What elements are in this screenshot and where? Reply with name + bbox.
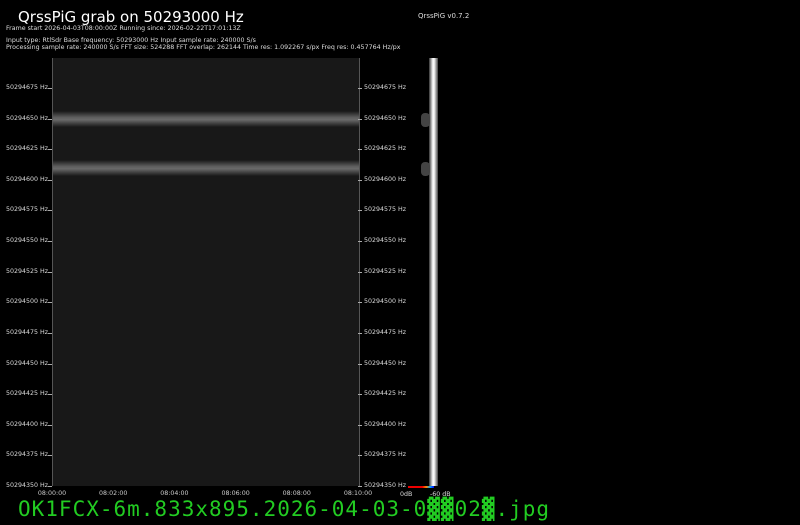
input-info: Input type: RtlSdr Base frequency: 50293… [6, 37, 256, 44]
freq-tick [48, 118, 52, 120]
freq-tick [48, 302, 52, 304]
freq-label-left: 50294575 Hz [6, 206, 49, 214]
waterfall-plot [52, 58, 360, 486]
freq-label-right: 50294625 Hz [364, 145, 407, 153]
freq-label-left: 50294675 Hz [6, 84, 49, 91]
color-scale [408, 486, 434, 488]
version-label: QrssPiG v0.7.2 [418, 12, 470, 20]
freq-label-right: 50294600 Hz [364, 175, 407, 183]
freq-tick [358, 363, 362, 365]
freq-label-right: 50294350 Hz [364, 482, 407, 489]
freq-label-right: 50294675 Hz [364, 84, 407, 91]
freq-tick [358, 149, 362, 151]
time-label: 08:02:00 [99, 490, 128, 497]
freq-label-right: 50294500 Hz [364, 298, 407, 306]
freq-label-right: 50294525 Hz [364, 267, 407, 275]
time-label: 08:04:00 [160, 490, 189, 497]
freq-label-left: 50294375 Hz [6, 451, 49, 459]
freq-label-left: 50294350 Hz [6, 482, 49, 489]
freq-tick [358, 332, 362, 334]
freq-label-right: 50294425 Hz [364, 390, 407, 398]
freq-tick [48, 332, 52, 334]
freq-label-left: 50294500 Hz [6, 298, 49, 306]
freq-tick [48, 363, 52, 365]
freq-label-left: 50294425 Hz [6, 390, 49, 398]
freq-tick [358, 118, 362, 120]
freq-tick [358, 455, 362, 457]
freq-tick [48, 455, 52, 457]
freq-tick [48, 271, 52, 273]
freq-label-left: 50294400 Hz [6, 420, 49, 428]
page-title: QrssPiG grab on 50293000 Hz [18, 8, 244, 26]
time-label: 08:08:00 [282, 490, 311, 497]
freq-label-right: 50294450 Hz [364, 359, 407, 367]
freq-label-right: 50294575 Hz [364, 206, 407, 214]
freq-label-left: 50294475 Hz [6, 328, 49, 336]
freq-label-right: 50294375 Hz [364, 451, 407, 459]
freq-label-left: 50294650 Hz [6, 114, 49, 122]
filename-label: OK1FCX-6m.833x895.2026-04-03-0▓▓02▓.jpg [18, 497, 551, 521]
freq-label-right: 50294550 Hz [364, 237, 407, 245]
freq-tick [358, 394, 362, 396]
freq-tick [48, 394, 52, 396]
freq-tick [48, 179, 52, 181]
freq-tick [358, 271, 362, 273]
freq-tick [358, 210, 362, 212]
freq-label-right: 50294650 Hz [364, 114, 407, 122]
freq-tick [358, 88, 362, 89]
spectrum-peak [421, 113, 430, 127]
time-label: 08:10:00 [343, 490, 373, 497]
time-label: 08:00:00 [37, 490, 67, 497]
freq-tick [48, 424, 52, 426]
freq-tick [48, 149, 52, 151]
freq-label-left: 50294450 Hz [6, 359, 49, 367]
frame-info: Frame start 2026-04-03T08:00:00Z Running… [6, 25, 241, 32]
spectrum-column [421, 58, 438, 486]
signal-trace [53, 111, 359, 127]
signal-trace [53, 160, 359, 176]
freq-label-right: 50294475 Hz [364, 328, 407, 336]
freq-label-left: 50294550 Hz [6, 237, 49, 245]
freq-tick [48, 88, 52, 89]
freq-label-left: 50294525 Hz [6, 267, 49, 275]
freq-tick [358, 302, 362, 304]
freq-tick [358, 241, 362, 243]
freq-label-left: 50294600 Hz [6, 175, 49, 183]
freq-tick [48, 486, 52, 487]
freq-label-right: 50294400 Hz [364, 420, 407, 428]
freq-tick [358, 486, 362, 487]
freq-tick [358, 179, 362, 181]
freq-tick [48, 241, 52, 243]
processing-info: Processing sample rate: 240000 S/s FFT s… [6, 44, 401, 51]
time-label: 08:06:00 [221, 490, 250, 497]
freq-tick [358, 424, 362, 426]
freq-label-left: 50294625 Hz [6, 145, 49, 153]
spectrum-peak [421, 162, 430, 176]
freq-tick [48, 210, 52, 212]
